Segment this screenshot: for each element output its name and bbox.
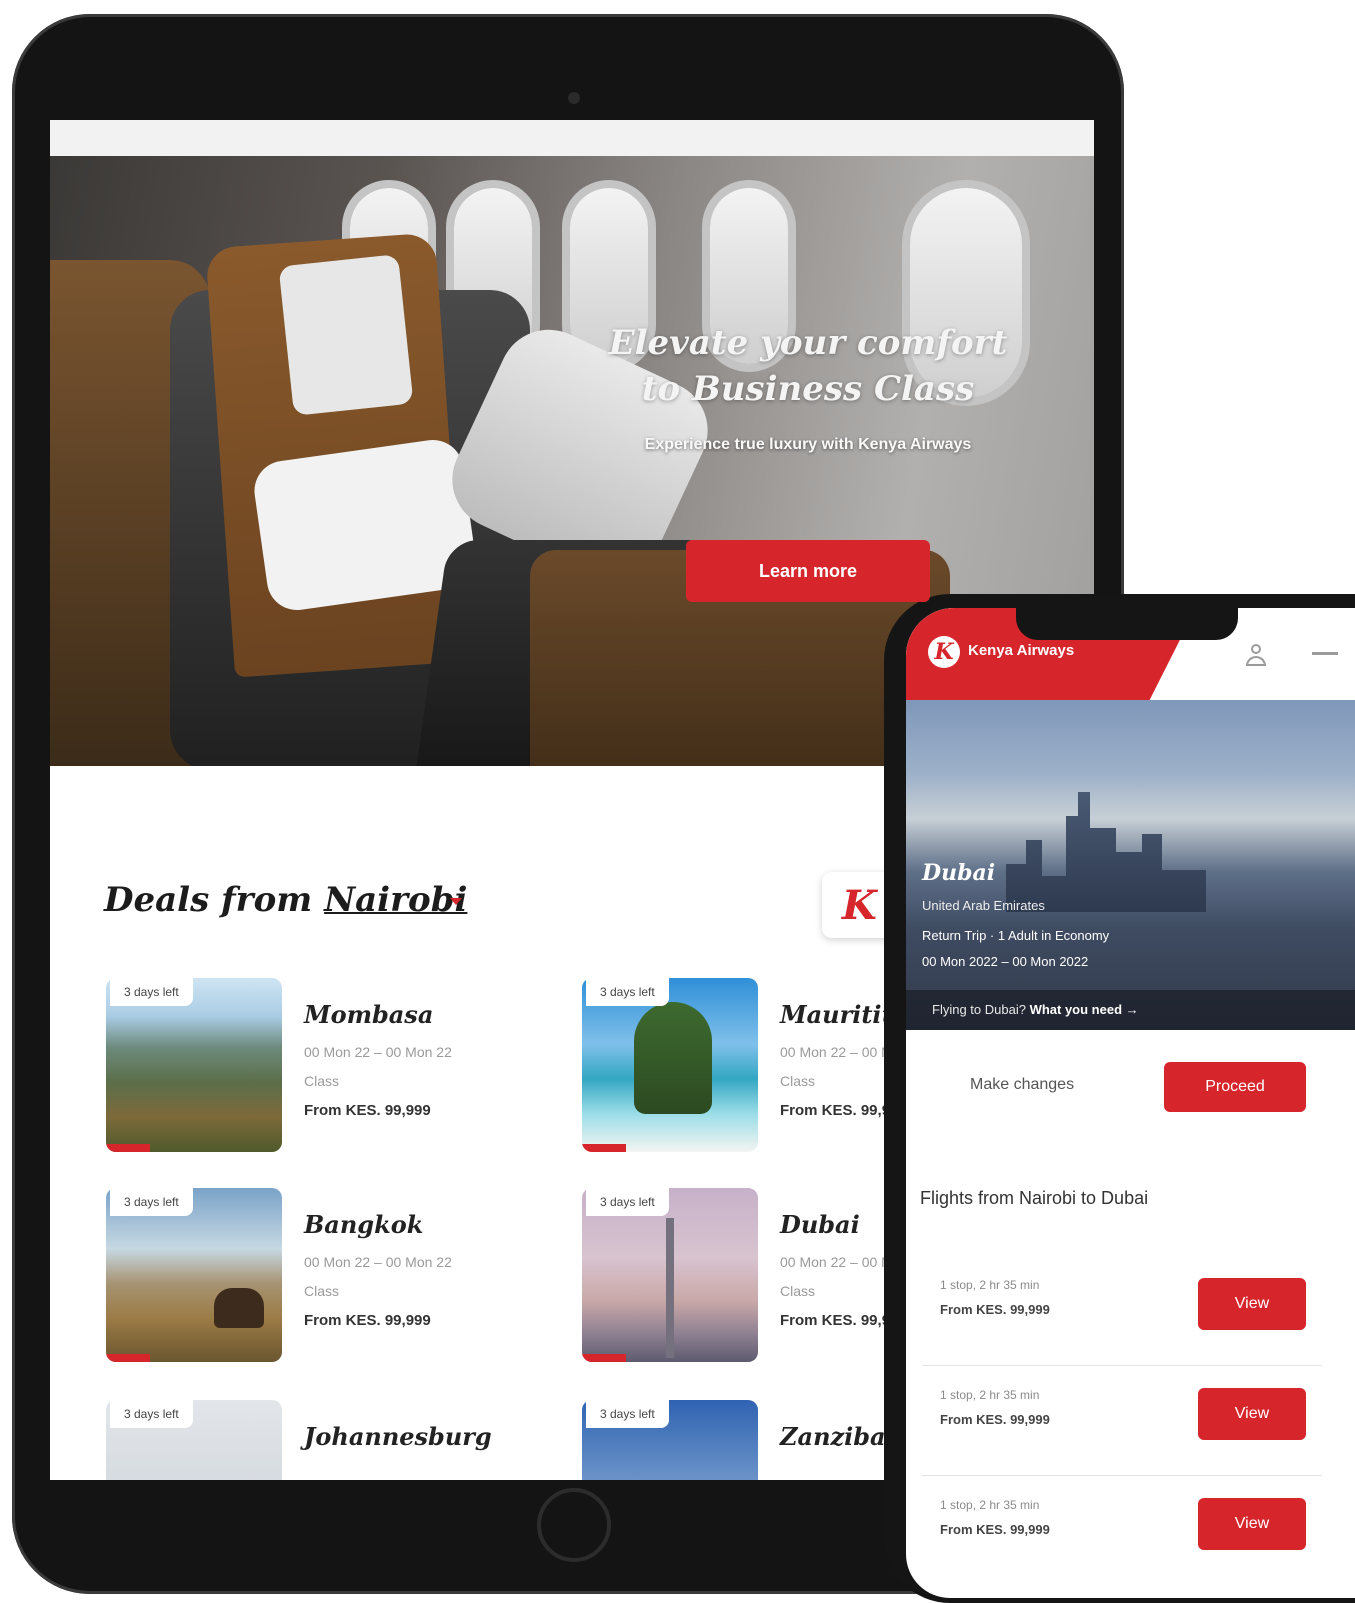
- days-left-badge: 3 days left: [110, 1400, 193, 1428]
- days-left-badge: 3 days left: [586, 1188, 669, 1216]
- phone-notch: [1016, 608, 1238, 640]
- deal-card-mombasa[interactable]: 3 days left Mombasa 00 Mon 22 – 00 Mon 2…: [106, 978, 546, 1158]
- travel-info-prefix: Flying to Dubai?: [932, 1002, 1030, 1017]
- days-left-badge: 3 days left: [586, 1400, 669, 1428]
- deal-card-bangkok[interactable]: 3 days left Bangkok 00 Mon 22 – 00 Mon 2…: [106, 1188, 546, 1368]
- flight-option: 1 stop, 2 hr 35 min From KES. 99,999 Vie…: [906, 1476, 1355, 1586]
- destination-city: Dubai: [922, 860, 996, 886]
- origin-selector[interactable]: Nairobi: [324, 880, 467, 920]
- days-left-badge: 3 days left: [110, 978, 193, 1006]
- deal-class: Class: [304, 1073, 340, 1089]
- trip-summary: Return Trip · 1 Adult in Economy: [922, 928, 1110, 943]
- travel-info-link[interactable]: What you need →: [1030, 1002, 1139, 1017]
- proceed-button[interactable]: Proceed: [1164, 1062, 1306, 1112]
- user-icon[interactable]: [1246, 644, 1266, 668]
- flight-stops: 1 stop, 2 hr 35 min: [940, 1388, 1040, 1402]
- elephant-image: [214, 1288, 264, 1328]
- destination-country: United Arab Emirates: [922, 898, 1045, 913]
- brand-name: Kenya Airways: [968, 642, 1075, 659]
- hero-subtitle: Experience true luxury with Kenya Airway…: [644, 436, 972, 453]
- accent-strip: [582, 1144, 626, 1152]
- flight-stops: 1 stop, 2 hr 35 min: [940, 1278, 1040, 1292]
- menu-icon[interactable]: [1312, 652, 1338, 655]
- flight-price: From KES. 99,999: [940, 1522, 1050, 1537]
- accent-strip: [582, 1354, 626, 1362]
- destination-hero: Dubai United Arab Emirates Return Trip ·…: [906, 700, 1355, 1030]
- view-flight-button[interactable]: View: [1198, 1498, 1306, 1550]
- flight-option: 1 stop, 2 hr 35 min From KES. 99,999 Vie…: [906, 1366, 1355, 1476]
- travel-info-bar[interactable]: Flying to Dubai? What you need →: [906, 990, 1355, 1030]
- deal-price: From KES. 99,999: [304, 1312, 431, 1329]
- deal-city: Zanzibar: [780, 1422, 899, 1451]
- tower-image: [666, 1218, 674, 1358]
- deal-class: Class: [780, 1283, 816, 1299]
- days-left-badge: 3 days left: [586, 978, 669, 1006]
- logo-letter: K: [842, 882, 877, 929]
- kq-logo-icon: K: [928, 636, 960, 668]
- flight-option: 1 stop, 2 hr 35 min From KES. 99,999 Vie…: [906, 1256, 1355, 1366]
- trip-dates: 00 Mon 2022 – 00 Mon 2022: [922, 954, 1089, 969]
- deals-heading-prefix: Deals from: [104, 880, 325, 920]
- days-left-badge: 3 days left: [110, 1188, 193, 1216]
- chevron-down-icon[interactable]: [450, 898, 462, 905]
- tablet-camera: [568, 92, 580, 104]
- phone-device: K Kenya Airways Dubai United Arab Emirat…: [884, 594, 1355, 1603]
- flight-stops: 1 stop, 2 hr 35 min: [940, 1498, 1040, 1512]
- flights-heading: Flights from Nairobi to Dubai: [920, 1188, 1149, 1208]
- flight-price: From KES. 99,999: [940, 1412, 1050, 1427]
- deal-city: Johannesburg: [304, 1422, 492, 1451]
- hero-title: Elevate your comfort to Business Class: [608, 323, 1008, 409]
- learn-more-button[interactable]: Learn more: [686, 540, 930, 602]
- accent-strip: [106, 1144, 150, 1152]
- view-flight-button[interactable]: View: [1198, 1278, 1306, 1330]
- browser-top-bar: [50, 120, 1094, 156]
- flight-price: From KES. 99,999: [940, 1302, 1050, 1317]
- accent-strip: [106, 1354, 150, 1362]
- deal-card-johannesburg[interactable]: 3 days left Johannesburg: [106, 1400, 546, 1480]
- view-flight-button[interactable]: View: [1198, 1388, 1306, 1440]
- deal-price: From KES. 99,999: [304, 1102, 431, 1119]
- travel-info-text: Flying to Dubai? What you need →: [932, 1002, 1139, 1017]
- deals-heading: Deals from Nairobi: [104, 880, 467, 920]
- skyline-image: [1006, 792, 1206, 912]
- phone-screen: K Kenya Airways Dubai United Arab Emirat…: [906, 608, 1355, 1598]
- tablet-home-button[interactable]: [537, 1488, 611, 1562]
- rock-island-image: [634, 1002, 712, 1114]
- deal-city: Mombasa: [304, 1000, 434, 1029]
- headrest-image: [278, 254, 414, 416]
- deal-city: Bangkok: [304, 1210, 424, 1239]
- make-changes-link[interactable]: Make changes: [970, 1076, 1074, 1094]
- deal-dates: 00 Mon 22 – 00 Mon 22: [304, 1254, 452, 1270]
- hero-text: Elevate your comfort to Business Class E…: [598, 320, 1018, 460]
- deal-city: Dubai: [780, 1210, 860, 1239]
- deal-class: Class: [304, 1283, 340, 1299]
- deal-dates: 00 Mon 22 – 00 Mon 22: [304, 1044, 452, 1060]
- deal-class: Class: [780, 1073, 816, 1089]
